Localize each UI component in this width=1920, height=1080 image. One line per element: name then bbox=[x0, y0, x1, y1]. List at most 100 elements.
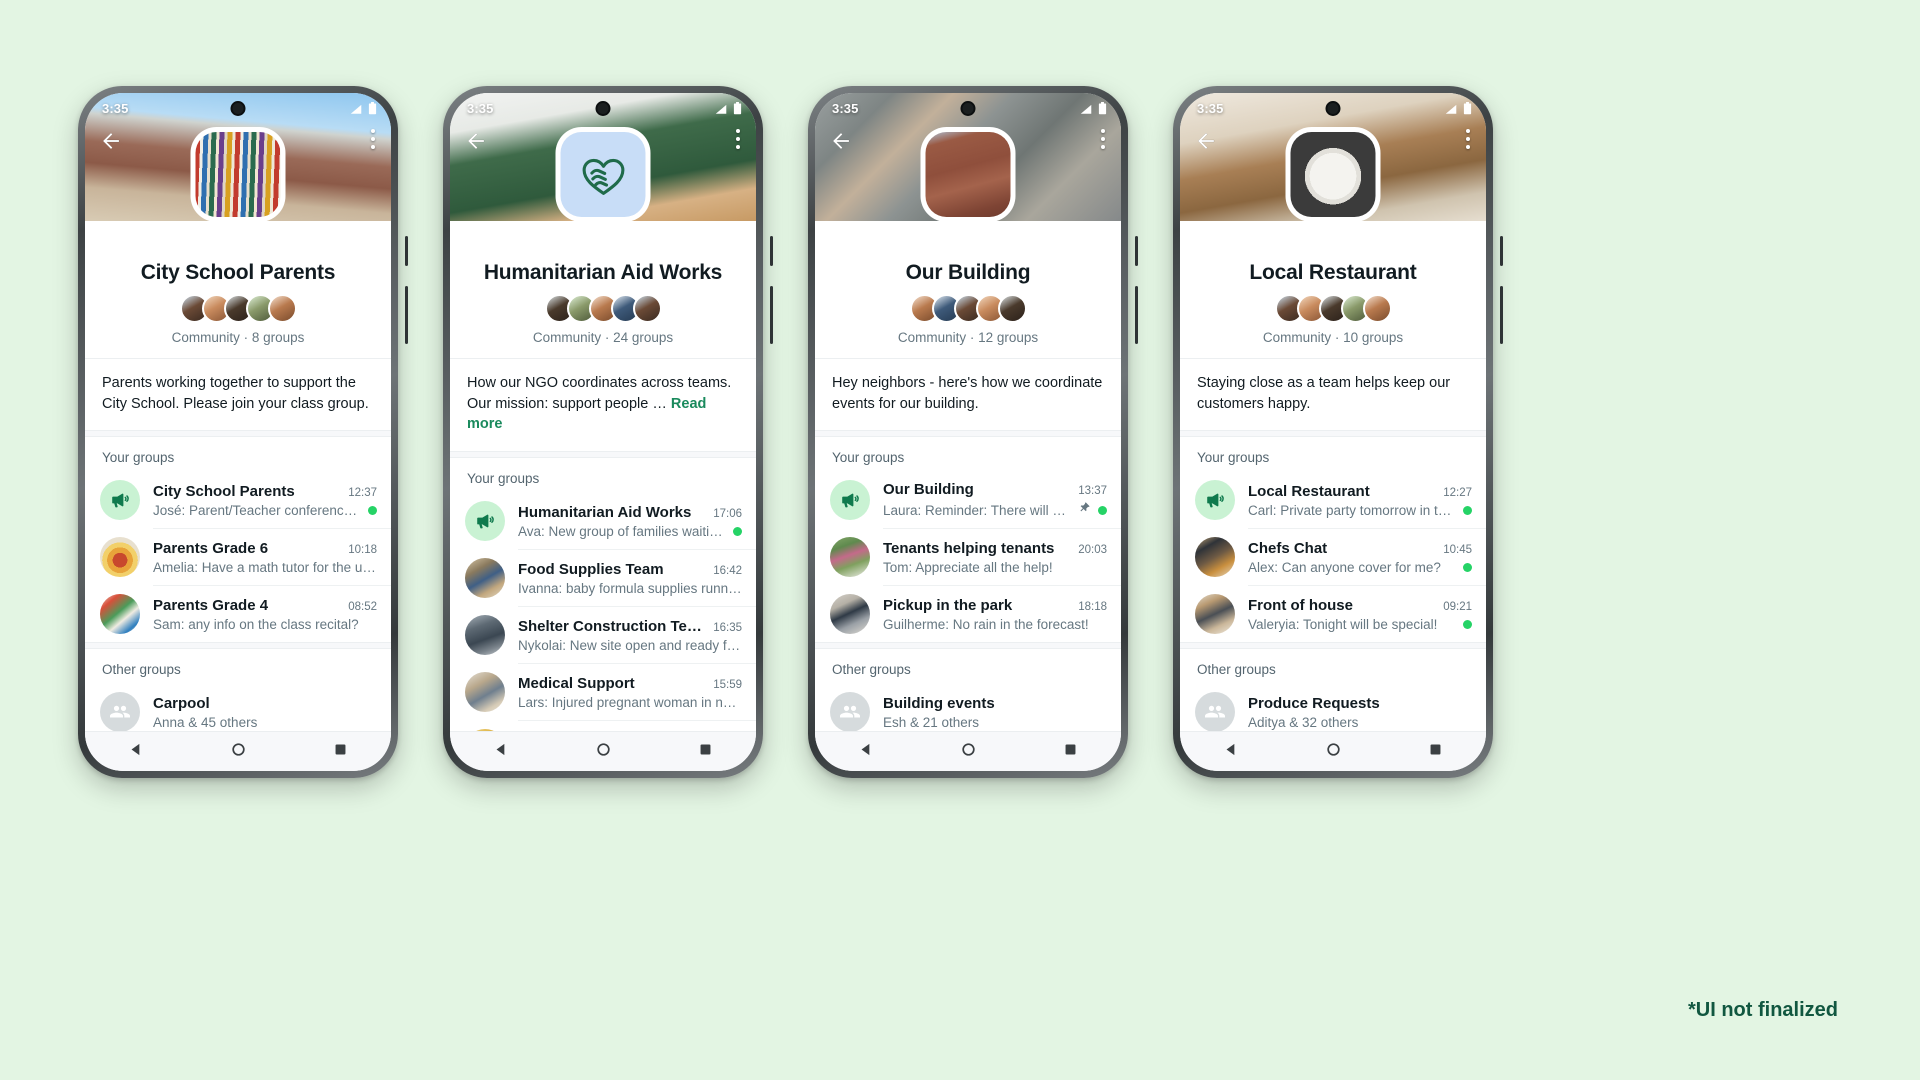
your-group-row[interactable]: City School Parents 12:37 José: Parent/Tea… bbox=[85, 472, 391, 528]
nav-recents-button[interactable] bbox=[1062, 741, 1079, 763]
volume-button[interactable] bbox=[1500, 286, 1503, 344]
phone-local-restaurant: 3:35 Local Restaurant Community · 10 group… bbox=[1173, 86, 1503, 778]
your-group-row[interactable]: Education Requests12:13Anna: Temporary s… bbox=[450, 721, 756, 731]
group-row-title-line: Parents Grade 4 08:52 bbox=[153, 597, 377, 614]
screen-scroll-area[interactable]: 3:35 Humanitarian Aid Works Community · 24… bbox=[450, 93, 756, 731]
volume-button[interactable] bbox=[405, 286, 408, 344]
other-group-row[interactable]: Building events Esh & 21 others bbox=[815, 684, 1121, 731]
your-group-row[interactable]: Parents Grade 6 10:18 Amelia: Have a math … bbox=[85, 529, 391, 585]
other-group-row[interactable]: Produce Requests Aditya & 32 others bbox=[1180, 684, 1486, 731]
group-row-title-line: Tenants helping tenants 20:03 bbox=[883, 540, 1107, 557]
your-group-row[interactable]: Pickup in the park 18:18 Guilherme: No rai… bbox=[815, 586, 1121, 642]
nav-home-button[interactable] bbox=[960, 741, 977, 763]
other-groups-heading: Other groups bbox=[102, 662, 181, 678]
nav-back-button[interactable] bbox=[128, 741, 145, 763]
community-avatar-humanitarian-aid-works[interactable] bbox=[555, 127, 651, 222]
your-group-row[interactable]: Humanitarian Aid Works 17:06 Ava: New grou… bbox=[450, 493, 756, 549]
front-camera-notch bbox=[230, 101, 246, 116]
unread-badge bbox=[368, 505, 377, 515]
group-avatar bbox=[830, 537, 870, 578]
back-arrow-icon[interactable] bbox=[829, 129, 853, 153]
group-name: Food Supplies Team bbox=[518, 560, 664, 578]
your-group-row[interactable]: Shelter Construction Team 16:35 Nykolai: N… bbox=[450, 607, 756, 663]
power-button[interactable] bbox=[405, 236, 408, 266]
group-name: Building events bbox=[883, 694, 995, 712]
nav-recents-button[interactable] bbox=[1427, 741, 1444, 763]
status-bar-indicators bbox=[1080, 102, 1107, 120]
group-row-body: Front of house 09:21 Valeryia: Tonight wil… bbox=[1248, 597, 1472, 632]
overflow-menu-icon[interactable] bbox=[371, 129, 375, 153]
nav-back-button[interactable] bbox=[493, 741, 510, 763]
nav-back-button[interactable] bbox=[1223, 741, 1240, 763]
status-bar-indicators bbox=[1445, 102, 1472, 120]
back-arrow-icon[interactable] bbox=[1194, 129, 1218, 153]
community-description: Staying close as a team helps keep our c… bbox=[1180, 358, 1486, 431]
community-description: Hey neighbors - here's how we coordinate… bbox=[815, 358, 1121, 431]
status-bar-time: 3:35 bbox=[832, 101, 859, 116]
status-bar-indicators bbox=[350, 102, 377, 120]
nav-home-button[interactable] bbox=[1325, 741, 1342, 763]
android-nav-bar bbox=[450, 731, 756, 771]
group-row-preview-line: Lars: Injured pregnant woman in need … bbox=[518, 695, 742, 710]
nav-home-button[interactable] bbox=[230, 741, 247, 763]
group-timestamp: 17:06 bbox=[713, 507, 742, 520]
nav-home-button[interactable] bbox=[595, 741, 612, 763]
community-title: Our Building bbox=[905, 261, 1031, 284]
your-group-row[interactable]: Our Building 13:37 Laura: Reminder: There … bbox=[815, 472, 1121, 528]
your-group-row[interactable]: Local Restaurant 12:27 Carl: Private party… bbox=[1180, 472, 1486, 528]
member-facepile[interactable] bbox=[450, 294, 756, 323]
your-group-row[interactable]: Tenants helping tenants 20:03 Tom: Appreci… bbox=[815, 529, 1121, 585]
group-timestamp: 12:27 bbox=[1443, 486, 1472, 499]
your-group-row[interactable]: Medical Support 15:59 Lars: Injured pregna… bbox=[450, 664, 756, 720]
power-button[interactable] bbox=[1135, 236, 1138, 266]
group-row-title-line: Our Building 13:37 bbox=[883, 481, 1107, 498]
community-avatar-city-school-parents[interactable] bbox=[190, 127, 286, 222]
overflow-menu-icon[interactable] bbox=[1466, 129, 1470, 153]
screen-scroll-area[interactable]: 3:35 Our Building Community · 12 groups Hey… bbox=[815, 93, 1121, 731]
community-profile-header: Local Restaurant Community · 10 groups bbox=[1180, 221, 1486, 345]
status-bar-indicators bbox=[715, 102, 742, 120]
community-meta: Community · 8 groups bbox=[171, 330, 305, 345]
other-group-row[interactable]: Carpool Anna & 45 others bbox=[85, 684, 391, 731]
volume-button[interactable] bbox=[770, 286, 773, 344]
group-timestamp: 08:52 bbox=[348, 600, 377, 613]
overflow-menu-icon[interactable] bbox=[736, 129, 740, 153]
community-profile-header: Humanitarian Aid Works Community · 24 gro… bbox=[450, 221, 756, 345]
android-nav-bar bbox=[815, 731, 1121, 771]
back-arrow-icon[interactable] bbox=[99, 129, 123, 153]
community-profile-header: Our Building Community · 12 groups bbox=[815, 221, 1121, 345]
nav-recents-button[interactable] bbox=[697, 741, 714, 763]
your-group-row[interactable]: Front of house 09:21 Valeryia: Tonight wil… bbox=[1180, 586, 1486, 642]
screen-scroll-area[interactable]: 3:35 Local Restaurant Community · 10 group… bbox=[1180, 93, 1486, 731]
read-more-link[interactable]: Read more bbox=[467, 396, 706, 433]
group-row-preview-line: Anna & 45 others bbox=[153, 715, 377, 730]
group-avatar bbox=[100, 537, 140, 578]
group-preview: Ivanna: baby formula supplies running … bbox=[518, 580, 742, 596]
pin-icon bbox=[1078, 501, 1091, 519]
group-avatar bbox=[465, 615, 505, 656]
group-row-preview-line: Aditya & 32 others bbox=[1248, 715, 1472, 730]
power-button[interactable] bbox=[770, 236, 773, 266]
group-preview: Nykolai: New site open and ready for … bbox=[518, 637, 742, 653]
unread-badge bbox=[1463, 562, 1472, 572]
overflow-menu-icon[interactable] bbox=[1101, 129, 1105, 153]
battery-icon bbox=[1463, 102, 1472, 120]
volume-button[interactable] bbox=[1135, 286, 1138, 344]
member-facepile[interactable] bbox=[1180, 294, 1486, 323]
community-avatar-our-building[interactable] bbox=[920, 127, 1016, 222]
nav-back-button[interactable] bbox=[858, 741, 875, 763]
group-row-preview-line: Laura: Reminder: There will be … bbox=[883, 501, 1107, 519]
your-group-row[interactable]: Parents Grade 4 08:52 Sam: any info on the… bbox=[85, 586, 391, 642]
member-facepile[interactable] bbox=[85, 294, 391, 323]
community-avatar-local-restaurant[interactable] bbox=[1285, 127, 1381, 222]
your-group-row[interactable]: Food Supplies Team 16:42 Ivanna: baby form… bbox=[450, 550, 756, 606]
power-button[interactable] bbox=[1500, 236, 1503, 266]
back-arrow-icon[interactable] bbox=[464, 129, 488, 153]
community-avatar-image bbox=[560, 132, 646, 217]
group-row-body: Parents Grade 4 08:52 Sam: any info on the… bbox=[153, 597, 377, 632]
member-facepile[interactable] bbox=[815, 294, 1121, 323]
your-group-row[interactable]: Chefs Chat 10:45 Alex: Can anyone cover fo… bbox=[1180, 529, 1486, 585]
group-row-preview-line: Carl: Private party tomorrow in the … bbox=[1248, 503, 1472, 518]
screen-scroll-area[interactable]: 3:35 City School Parents Community · 8 gro… bbox=[85, 93, 391, 731]
nav-recents-button[interactable] bbox=[332, 741, 349, 763]
